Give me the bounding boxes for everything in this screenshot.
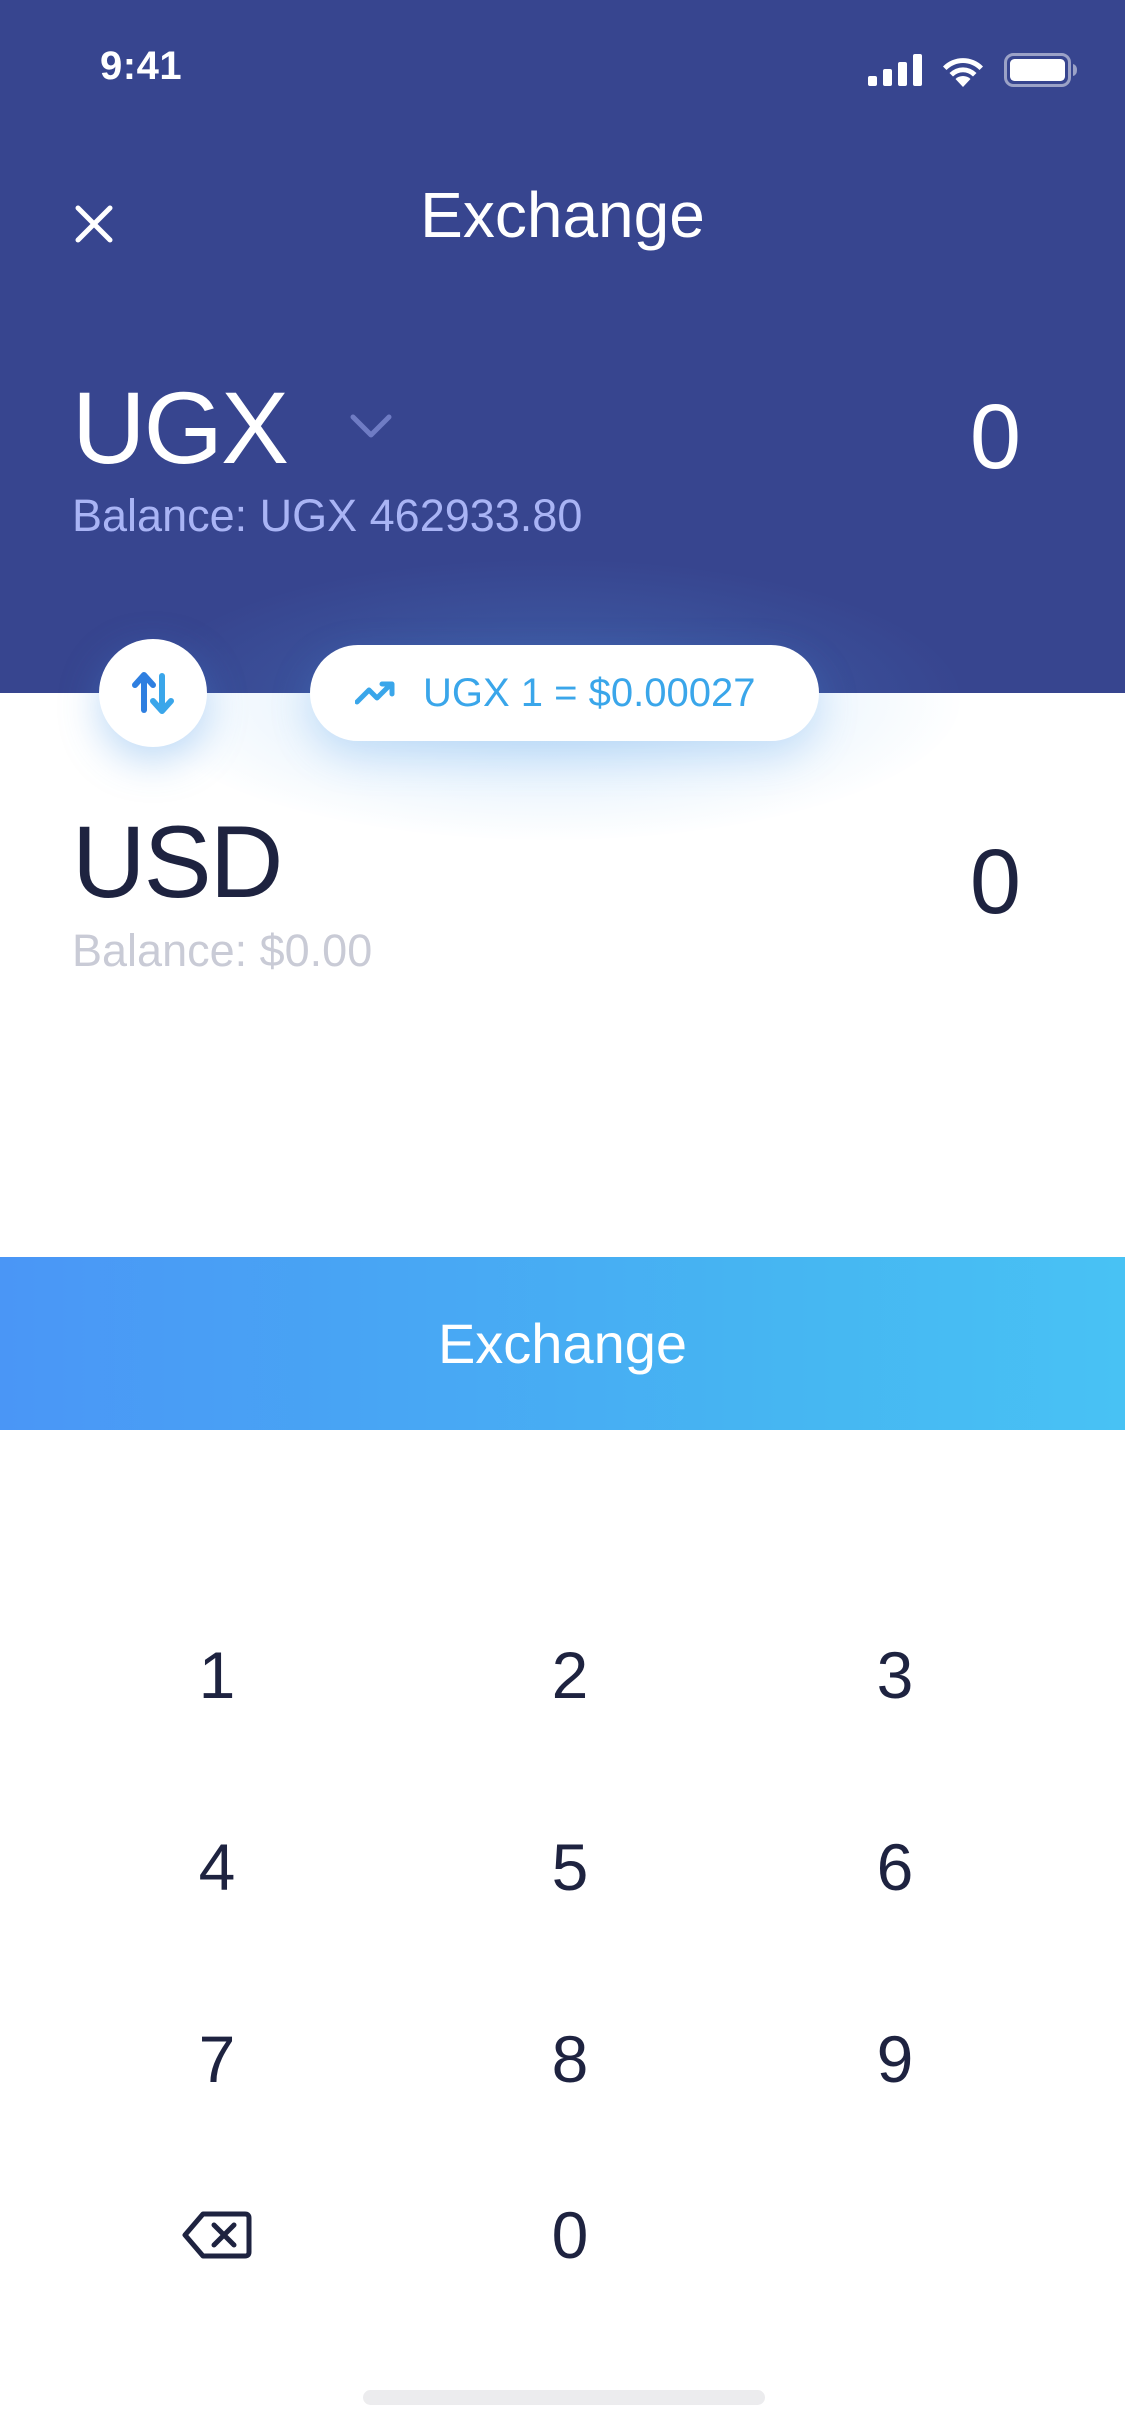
key-3[interactable]: 3 <box>785 1600 1005 1750</box>
delete-key[interactable] <box>107 2160 327 2310</box>
exchange-rate-pill[interactable]: UGX 1 = $0.00027 <box>310 645 819 741</box>
status-icons <box>868 50 1078 90</box>
trending-up-icon <box>355 678 399 708</box>
battery-icon <box>1004 53 1077 87</box>
page-title: Exchange <box>420 179 705 251</box>
from-currency-code[interactable]: UGX <box>72 370 289 487</box>
cellular-signal-icon <box>868 54 922 86</box>
swap-currencies-button[interactable] <box>99 639 207 747</box>
key-1[interactable]: 1 <box>107 1600 327 1750</box>
from-amount: 0 <box>969 386 1021 488</box>
status-time: 9:41 <box>100 44 183 88</box>
to-amount: 0 <box>969 831 1021 933</box>
key-5[interactable]: 5 <box>460 1792 680 1942</box>
key-2[interactable]: 2 <box>460 1600 680 1750</box>
key-6[interactable]: 6 <box>785 1792 1005 1942</box>
backspace-icon <box>182 2211 252 2259</box>
to-currency-code[interactable]: USD <box>72 804 283 921</box>
from-balance: Balance: UGX 462933.80 <box>72 490 583 541</box>
currency-dropdown-button[interactable] <box>342 406 400 446</box>
swap-arrows-icon <box>132 672 174 714</box>
key-9[interactable]: 9 <box>785 1984 1005 2134</box>
to-balance: Balance: $0.00 <box>72 925 373 976</box>
key-8[interactable]: 8 <box>460 1984 680 2134</box>
exchange-header-panel <box>0 0 1125 693</box>
key-4[interactable]: 4 <box>107 1792 327 1942</box>
key-0[interactable]: 0 <box>460 2160 680 2310</box>
exchange-button[interactable]: Exchange <box>0 1257 1125 1430</box>
exchange-rate-text: UGX 1 = $0.00027 <box>423 670 756 715</box>
wifi-icon <box>943 58 983 87</box>
key-7[interactable]: 7 <box>107 1984 327 2134</box>
chevron-down-icon <box>350 414 392 438</box>
home-indicator <box>363 2390 765 2405</box>
